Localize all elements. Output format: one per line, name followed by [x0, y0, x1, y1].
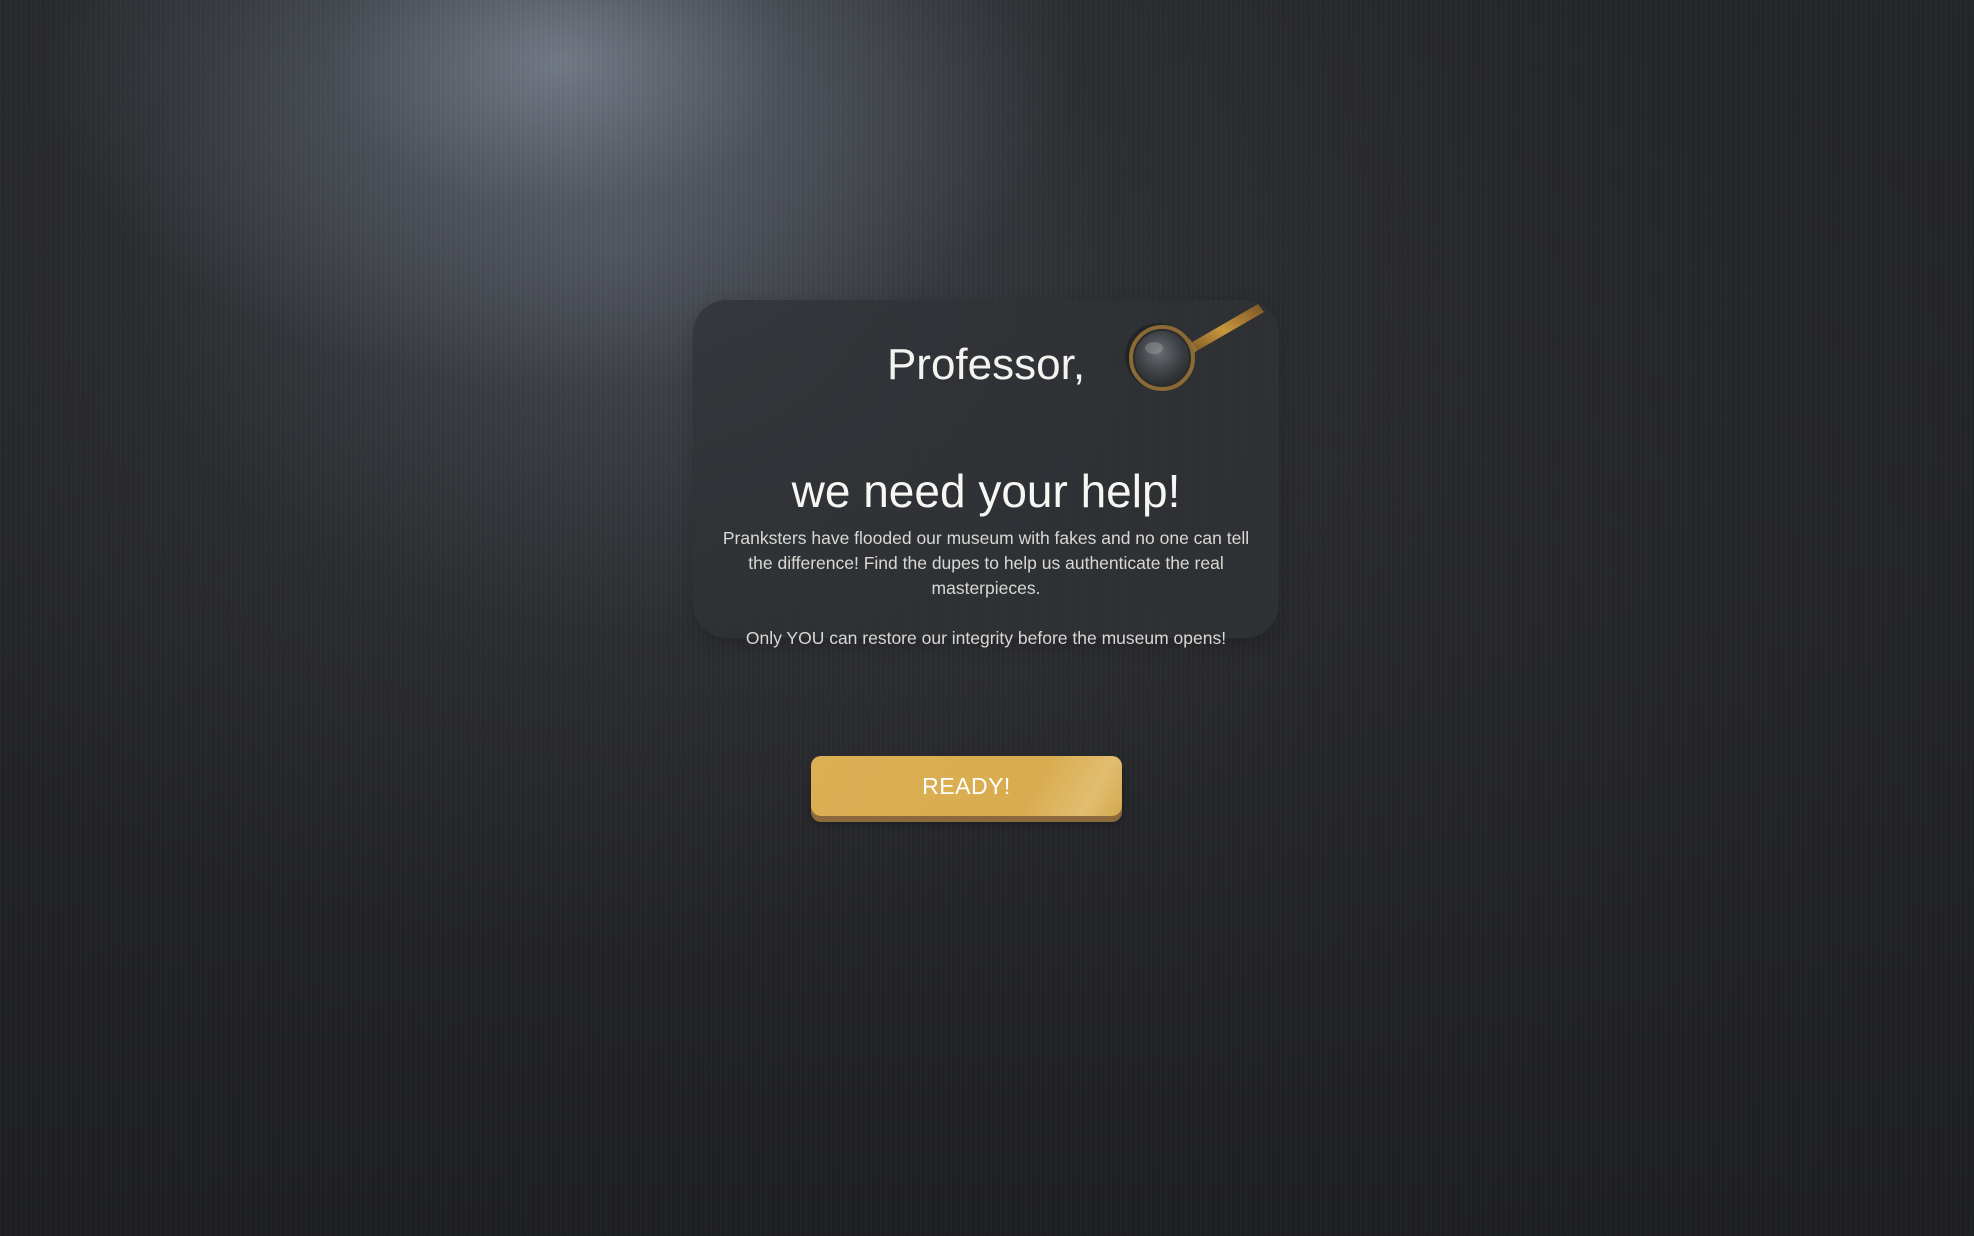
intro-body-paragraph-2: Only YOU can restore our integrity befor…: [745, 628, 1227, 648]
headline-text: we need your help!: [791, 465, 1181, 517]
intro-body-paragraph-1: Pranksters have flooded our museum with …: [722, 528, 1250, 598]
magnifying-glass-icon: [1125, 304, 1264, 391]
ready-button[interactable]: READY!: [811, 756, 1122, 816]
intro-body: Pranksters have flooded our museum with …: [709, 526, 1263, 651]
